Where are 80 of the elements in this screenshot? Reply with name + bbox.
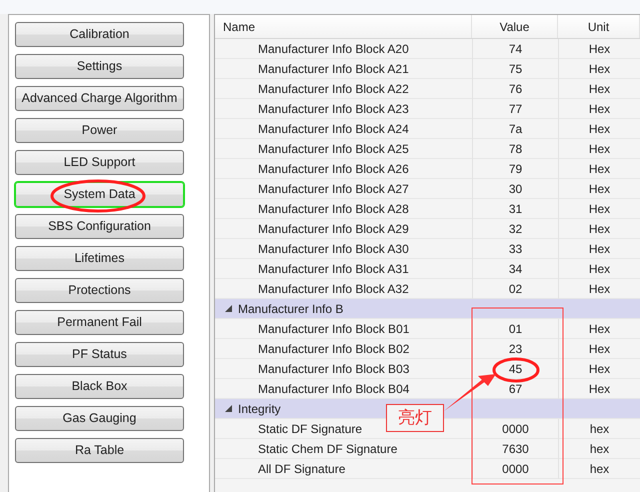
unit-cell: hex [558, 459, 640, 479]
unit-cell: Hex [558, 239, 640, 259]
unit-cell: Hex [558, 359, 640, 379]
section-button[interactable]: Settings [15, 54, 184, 79]
name-cell-text: Manufacturer Info Block B04 [257, 381, 410, 398]
value-cell: 79 [472, 159, 558, 179]
unit-cell: Hex [558, 199, 640, 219]
unit-cell: Hex [558, 219, 640, 239]
unit-cell: Hex [558, 159, 640, 179]
name-cell-text: Manufacturer Info Block B01 [257, 321, 410, 338]
section-button[interactable]: Protections [15, 278, 184, 303]
unit-cell: Hex [558, 339, 640, 359]
section-button[interactable]: PF Status [15, 342, 184, 367]
expand-icon[interactable] [225, 305, 232, 312]
column-header[interactable]: Value [472, 15, 558, 38]
section-button[interactable]: Calibration [15, 22, 184, 47]
value-cell: 78 [472, 139, 558, 159]
group-label: Manufacturer Info B [238, 300, 344, 318]
value-cell: 34 [472, 259, 558, 279]
section-button[interactable]: LED Support [15, 150, 184, 175]
column-header[interactable]: Name [215, 15, 472, 38]
unit-cell: Hex [558, 179, 640, 199]
name-cell-text: Manufacturer Info Block A22 [257, 81, 410, 98]
value-cell: 30 [472, 179, 558, 199]
name-cell-text: Static Chem DF Signature [257, 441, 398, 458]
column-header[interactable]: Unit [558, 15, 640, 38]
name-cell-text: Manufacturer Info Block A30 [257, 241, 410, 258]
name-cell-text: Manufacturer Info Block A23 [257, 101, 410, 118]
value-cell: 23 [472, 339, 558, 359]
unit-cell: Hex [558, 259, 640, 279]
value-cell: 74 [472, 39, 558, 59]
name-cell-text: Manufacturer Info Block A27 [257, 181, 410, 198]
section-button[interactable]: Advanced Charge Algorithm [15, 86, 184, 111]
unit-cell: Hex [558, 79, 640, 99]
value-cell: 76 [472, 79, 558, 99]
name-cell-text: Manufacturer Info Block A28 [257, 201, 410, 218]
value-cell: 01 [472, 319, 558, 339]
callout-label: 亮灯 [386, 404, 444, 432]
value-cell: 7a [472, 119, 558, 139]
value-cell: 75 [472, 59, 558, 79]
name-cell-text: Manufacturer Info Block A20 [257, 41, 410, 58]
unit-cell: Hex [558, 59, 640, 79]
section-button[interactable]: Ra Table [15, 438, 184, 463]
annotation-arrow [444, 374, 496, 411]
value-cell: 31 [472, 199, 558, 219]
name-cell-text: Manufacturer Info Block B02 [257, 341, 410, 358]
unit-cell: hex [558, 419, 640, 439]
name-cell-text: Manufacturer Info Block A21 [257, 61, 410, 78]
group-label: Integrity [238, 400, 281, 418]
value-cell: 33 [472, 239, 558, 259]
name-cell-text: All DF Signature [257, 461, 346, 478]
value-cell: 77 [472, 99, 558, 119]
unit-cell: Hex [558, 119, 640, 139]
expand-icon[interactable] [225, 405, 232, 412]
section-button[interactable]: System Data [15, 182, 184, 207]
name-cell-text: Manufacturer Info Block A29 [257, 221, 410, 238]
annotation-circle [492, 358, 540, 382]
value-cell: 0000 [472, 419, 558, 439]
name-cell-text: Manufacturer Info Block B03 [257, 361, 410, 378]
section-button[interactable]: Permanent Fail [15, 310, 184, 335]
section-button[interactable]: Gas Gauging [15, 406, 184, 431]
value-cell: 7630 [472, 439, 558, 459]
group-row[interactable]: Manufacturer Info B [215, 299, 640, 319]
name-cell-text: Manufacturer Info Block A32 [257, 281, 410, 298]
name-cell-text: Manufacturer Info Block A31 [257, 261, 410, 278]
unit-cell: Hex [558, 139, 640, 159]
value-cell: 32 [472, 219, 558, 239]
section-button[interactable]: Black Box [15, 374, 184, 399]
unit-cell: Hex [558, 319, 640, 339]
unit-cell: Hex [558, 39, 640, 59]
name-cell-text: Manufacturer Info Block A24 [257, 121, 410, 138]
unit-cell: hex [558, 439, 640, 459]
value-cell: 0000 [472, 459, 558, 479]
name-cell-text: Manufacturer Info Block A25 [257, 141, 410, 158]
unit-cell: Hex [558, 99, 640, 119]
name-cell-text: Static DF Signature [257, 421, 364, 438]
section-button[interactable]: Lifetimes [15, 246, 184, 271]
section-button[interactable]: SBS Configuration [15, 214, 184, 239]
section-button[interactable]: Power [15, 118, 184, 143]
name-cell-text: Manufacturer Info Block A26 [257, 161, 410, 178]
